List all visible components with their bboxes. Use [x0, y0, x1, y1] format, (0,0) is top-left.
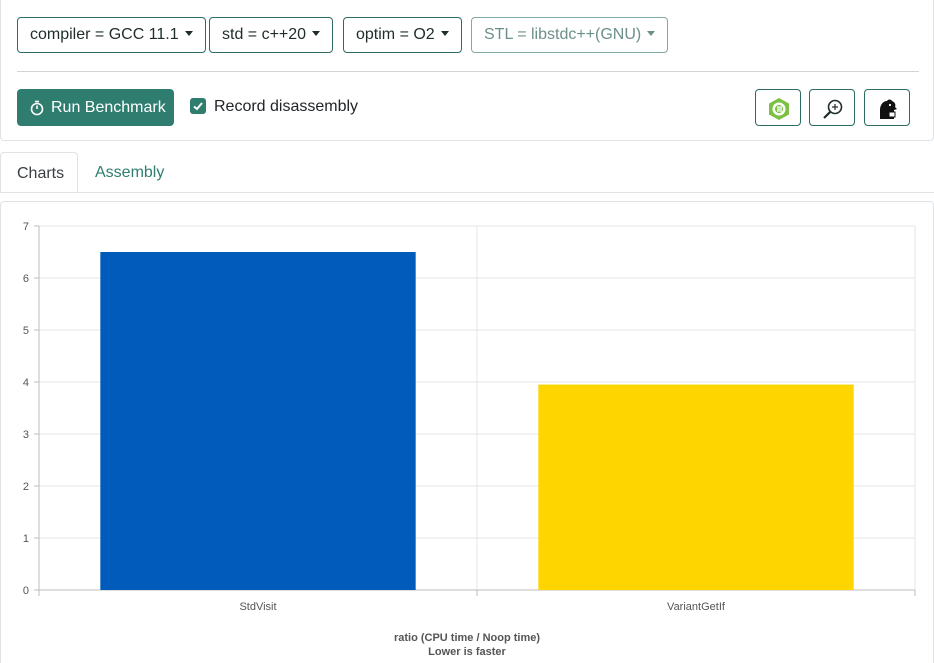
cpp-insights-button[interactable] [755, 89, 801, 126]
tab-charts[interactable]: Charts [0, 152, 78, 193]
optim-dropdown-label: optim = O2 [356, 26, 435, 43]
quick-bench-button[interactable] [864, 89, 910, 126]
optim-dropdown[interactable]: optim = O2 [343, 17, 462, 53]
tab-assembly-label: Assembly [95, 164, 165, 181]
quick-bench-chicken-icon [880, 99, 897, 119]
toolbar-divider [17, 71, 919, 72]
y-tick-label: 5 [23, 325, 29, 337]
caret-down-icon [440, 31, 449, 36]
stl-dropdown[interactable]: STL = libstdc++(GNU) [471, 17, 669, 53]
zoom-button[interactable] [809, 89, 855, 126]
compiler-dropdown[interactable]: compiler = GCC 11.1 [17, 17, 206, 53]
x-tick-label: VariantGetIf [667, 601, 726, 613]
zoom-search-icon [823, 99, 843, 119]
x-tick-label: StdVisit [239, 601, 276, 613]
y-tick-label: 0 [23, 585, 29, 597]
record-disassembly-checkbox[interactable] [190, 98, 206, 114]
benchmark-controls-panel: compiler = GCC 11.1 std = c++20 optim = … [0, 0, 934, 141]
run-benchmark-label: Run Benchmark [51, 99, 166, 116]
cpp-logo-icon [769, 98, 789, 120]
run-benchmark-button[interactable]: Run Benchmark [17, 89, 174, 126]
caret-down-icon [184, 31, 193, 36]
timer-icon [30, 100, 44, 116]
record-disassembly-label[interactable]: Record disassembly [214, 97, 358, 117]
caret-down-icon [647, 31, 656, 36]
compiler-dropdown-label: compiler = GCC 11.1 [30, 26, 179, 43]
caret-down-icon [312, 31, 321, 36]
tab-charts-label: Charts [17, 165, 65, 182]
y-tick-label: 1 [23, 533, 29, 545]
y-tick-label: 4 [23, 377, 29, 389]
bar-variantgetif [538, 384, 854, 590]
std-dropdown[interactable]: std = c++20 [209, 17, 334, 53]
tab-assembly[interactable]: Assembly [79, 152, 180, 193]
x-axis-subtitle: Lower is faster [428, 646, 506, 658]
bar-stdvisit [100, 252, 416, 590]
stl-dropdown-label: STL = libstdc++(GNU) [484, 26, 642, 43]
y-tick-label: 3 [23, 429, 29, 441]
y-tick-label: 7 [23, 221, 29, 233]
y-tick-label: 6 [23, 273, 29, 285]
std-dropdown-label: std = c++20 [222, 26, 307, 43]
x-axis-title: ratio (CPU time / Noop time) [394, 632, 540, 644]
tabs-baseline [0, 192, 934, 193]
y-tick-label: 2 [23, 481, 29, 493]
checkmark-icon [193, 102, 203, 111]
chart-panel: 0 1 2 3 4 5 6 7 StdVisit VariantGetIf ratio (CPU t… [0, 201, 934, 663]
bar-chart: 0 1 2 3 4 5 6 7 StdVisit VariantGetIf ratio (CPU t… [23, 221, 916, 658]
